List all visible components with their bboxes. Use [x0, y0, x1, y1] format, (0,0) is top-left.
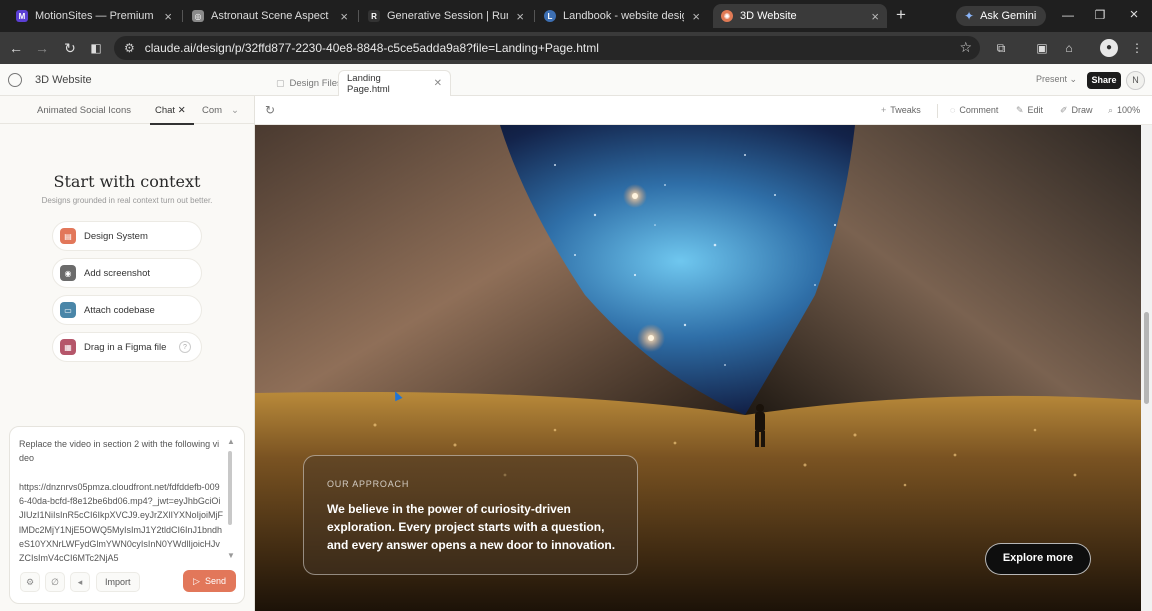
left-panel: Animated Social Icons Chat ✕ Com ⌄ Start… — [0, 96, 255, 611]
restore-icon[interactable]: ❐ — [1092, 6, 1108, 24]
claude-favicon: ✺ — [721, 10, 733, 22]
browser-tab-motionsites[interactable]: M MotionSites — Premium Hero × — [8, 4, 180, 28]
prompt-input[interactable]: Replace the video in section 2 with the … — [19, 437, 224, 567]
motionsites-favicon: M — [16, 10, 28, 22]
design-system-button[interactable]: ▤ Design System — [52, 221, 202, 251]
close-icon[interactable]: × — [871, 9, 879, 24]
comment-button[interactable]: ◌ Comment — [950, 105, 998, 115]
close-window-icon[interactable]: × — [1126, 6, 1142, 24]
settings-icon[interactable]: ⚙ — [20, 572, 40, 592]
tab-label: Astronaut Scene Aspect Ratio — [211, 10, 332, 22]
browser-tab-runway[interactable]: R Generative Session | Runway AI × — [360, 4, 532, 28]
browser-tab-3d-website[interactable]: ✺ 3D Website × — [713, 4, 887, 28]
comment-icon: ◌ — [950, 105, 956, 115]
runway-favicon: R — [368, 10, 380, 22]
tweaks-button[interactable]: + Tweaks — [881, 105, 921, 115]
ask-gemini-button[interactable]: ✦ Ask Gemini — [956, 6, 1047, 26]
chat-favicon: ◎ — [192, 10, 204, 22]
help-icon[interactable]: ? — [179, 341, 191, 353]
active-tab-underline — [150, 123, 194, 125]
send-button[interactable]: ▷ Send — [183, 570, 236, 592]
close-icon[interactable]: × — [164, 9, 172, 24]
tab-chat[interactable]: Chat ✕ — [155, 105, 186, 116]
close-icon[interactable]: × — [340, 9, 348, 24]
design-system-icon: ▤ — [60, 228, 76, 244]
composer-scrollbar[interactable] — [228, 451, 232, 525]
project-logo-icon[interactable] — [8, 73, 22, 87]
panel-tabs: Animated Social Icons Chat ✕ Com ⌄ — [0, 96, 254, 125]
menu-dots-icon[interactable]: ⋮ — [1128, 39, 1146, 57]
url-text: claude.ai/design/p/32ffd877-2230-40e8-88… — [144, 41, 599, 55]
figma-icon: ▦ — [60, 339, 76, 355]
zoom-control[interactable]: ⌕ 100% — [1108, 105, 1140, 116]
approach-card: OUR APPROACH We believe in the power of … — [303, 455, 638, 575]
figma-file-button[interactable]: ▦ Drag in a Figma file ? — [52, 332, 202, 362]
app-header: 3D Website ▢ Design Files Landing Page.h… — [0, 64, 1152, 96]
present-dropdown[interactable]: Present ⌄ — [1036, 74, 1077, 85]
attach-icon[interactable]: ∅ — [45, 572, 65, 592]
send-icon: ▷ — [193, 575, 200, 586]
refresh-preview-icon[interactable]: ↻ — [265, 103, 275, 117]
landbook-favicon: L — [544, 10, 556, 22]
bookmark-star-icon[interactable]: ☆ — [959, 39, 972, 56]
approach-body: We believe in the power of curiosity-dri… — [327, 502, 616, 552]
user-avatar[interactable]: N — [1126, 71, 1145, 90]
new-tab-icon[interactable]: + — [892, 6, 910, 24]
import-button[interactable]: Import — [96, 572, 140, 592]
add-screenshot-button[interactable]: ◉ Add screenshot — [52, 258, 202, 288]
tab-comments[interactable]: Com — [202, 105, 222, 116]
screenshot-icon: ◉ — [60, 265, 76, 281]
project-title: 3D Website — [35, 74, 92, 86]
browser-tab-astronaut[interactable]: ◎ Astronaut Scene Aspect Ratio × — [184, 4, 356, 28]
plus-icon: + — [881, 105, 887, 115]
extensions-icon[interactable]: ⧉ — [992, 39, 1010, 57]
gemini-spark-icon: ✦ — [964, 9, 975, 23]
tab-label: Generative Session | Runway AI — [387, 10, 508, 22]
preview-scrollbar-thumb[interactable] — [1144, 312, 1149, 404]
edit-button[interactable]: ✎ Edit — [1016, 105, 1043, 116]
share-button[interactable]: Share — [1087, 72, 1121, 89]
approach-kicker: OUR APPROACH — [327, 479, 410, 489]
website-preview[interactable]: OUR APPROACH We believe in the power of … — [255, 125, 1141, 611]
browser-tab-landbook[interactable]: L Landbook - website design insp × — [536, 4, 708, 28]
ask-gemini-label: Ask Gemini — [980, 10, 1037, 22]
mention-icon[interactable]: ◂ — [70, 572, 90, 592]
close-icon[interactable]: × — [692, 9, 700, 24]
back-arrow-icon[interactable]: ← — [6, 38, 26, 58]
tab-animated-social-icons[interactable]: Animated Social Icons — [37, 105, 131, 116]
chat-composer: Replace the video in section 2 with the … — [9, 426, 245, 604]
address-bar[interactable]: ⚙ claude.ai/design/p/32ffd877-2230-40e8-… — [114, 36, 980, 60]
draw-button[interactable]: ✐ Draw — [1060, 105, 1093, 116]
tab-landing-page[interactable]: Landing Page.html ✕ — [338, 70, 451, 96]
tab-label: MotionSites — Premium Hero — [35, 10, 156, 22]
browser-tab-strip: M MotionSites — Premium Hero × ◎ Astrona… — [0, 0, 1152, 32]
browser-toolbar: ← → ↻ ◧ ⚙ claude.ai/design/p/32ffd877-22… — [0, 32, 1152, 64]
scroll-up-icon[interactable]: ▲ — [227, 437, 235, 446]
scroll-down-icon[interactable]: ▼ — [227, 551, 235, 560]
side-panel-icon[interactable]: ◧ — [86, 38, 106, 58]
context-subtitle: Designs grounded in real context turn ou… — [41, 196, 213, 205]
pencil-icon: ✎ — [1016, 105, 1024, 115]
close-icon[interactable]: ✕ — [434, 78, 442, 89]
tab-label: 3D Website — [740, 10, 797, 22]
reload-icon[interactable]: ↻ — [60, 38, 80, 58]
tabs-overflow-icon[interactable]: ⌄ — [231, 105, 239, 116]
site-settings-icon[interactable]: ⚙ — [124, 41, 135, 55]
file-icon: ▢ — [276, 77, 285, 88]
attach-codebase-button[interactable]: ▭ Attach codebase — [52, 295, 202, 325]
canvas-toolbar: ↻ + Tweaks ◌ Comment ✎ Edit ✐ Draw ⌕ 100% — [255, 96, 1152, 125]
brush-icon: ✐ — [1060, 105, 1068, 115]
tab-label: Landbook - website design insp — [563, 10, 684, 22]
zoom-icon: ⌕ — [1108, 105, 1114, 115]
profile-avatar-icon[interactable]: ● — [1100, 39, 1118, 57]
minimize-icon[interactable]: — — [1060, 6, 1076, 24]
explore-more-button[interactable]: Explore more — [985, 543, 1091, 575]
forward-arrow-icon[interactable]: → — [32, 38, 52, 58]
codebase-icon: ▭ — [60, 302, 76, 318]
context-title: Start with context — [53, 172, 201, 191]
cast-icon[interactable]: ▣ — [1033, 39, 1051, 57]
incognito-icon[interactable]: ⌂ — [1060, 39, 1078, 57]
close-icon[interactable]: × — [516, 9, 524, 24]
preview-scrollbar[interactable] — [1141, 125, 1152, 611]
